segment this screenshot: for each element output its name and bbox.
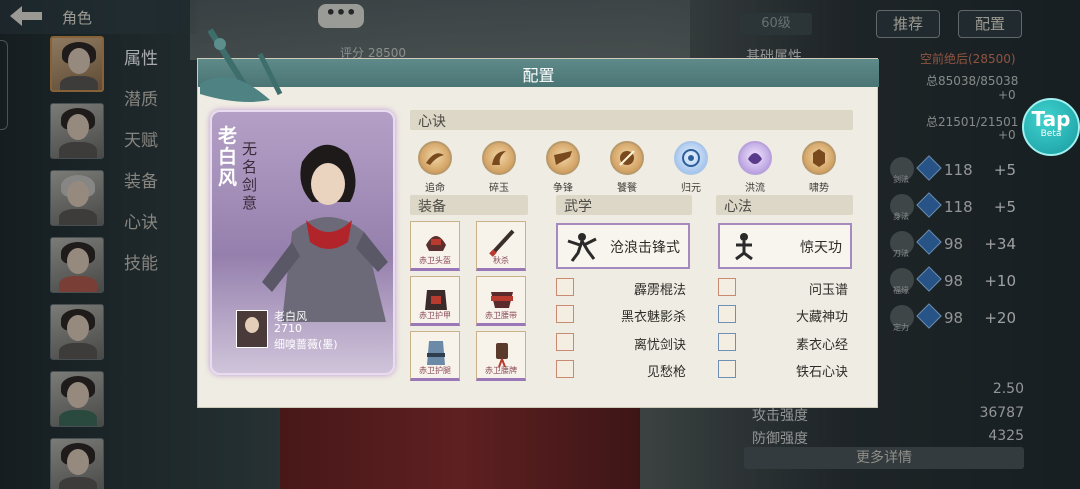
martial-art-icon <box>567 233 597 262</box>
xinjue-label: 洪流 <box>745 183 765 194</box>
martial-art-item[interactable]: 见愁枪 <box>556 360 690 380</box>
sword-decoration-icon <box>200 28 283 102</box>
xinjue-icon[interactable] <box>738 141 772 175</box>
equip-slot[interactable]: 赤卫头盔 <box>410 221 460 271</box>
xinjue-label: 追命 <box>425 183 445 194</box>
martial-art-item[interactable]: 黑衣魅影杀 <box>556 305 690 325</box>
equip-slot[interactable]: 赤卫护腿 <box>410 331 460 381</box>
equip-slot[interactable]: 赤卫腰牌 <box>476 331 526 381</box>
inner-art-item[interactable]: 问玉谱 <box>718 278 852 298</box>
inner-art-item[interactable]: 素衣心经 <box>718 333 852 353</box>
xinjue-icon[interactable] <box>482 141 516 175</box>
inner-art-icon <box>718 278 736 296</box>
xinjue-icon[interactable] <box>546 141 580 175</box>
hero-name: 老白风 <box>218 125 238 189</box>
inner-art-icon <box>735 233 753 261</box>
inner-art-icon <box>718 305 736 323</box>
hero-figure <box>262 144 388 322</box>
xinjue-icon[interactable] <box>610 141 644 175</box>
inner-art-item[interactable]: 大藏神功 <box>718 305 852 325</box>
xinjue-icon[interactable] <box>674 141 708 175</box>
xinjue-label: 归元 <box>681 183 701 194</box>
section-header-xinfa: 心法 <box>716 195 853 215</box>
avatar <box>236 310 268 348</box>
martial-art-item[interactable]: 霹雳棍法 <box>556 278 690 298</box>
xinjue-label: 啸势 <box>809 183 829 194</box>
xinjue-label: 争锋 <box>553 183 573 194</box>
inner-art-item[interactable]: 铁石心诀 <box>718 360 852 380</box>
tap-beta-badge[interactable]: Tap Beta <box>1022 98 1080 156</box>
equip-slot[interactable]: 赤卫护甲 <box>410 276 460 326</box>
section-header-equipment: 装备 <box>410 195 528 215</box>
xinjue-label: 饕餮 <box>617 183 637 194</box>
xinjue-label: 碎玉 <box>489 183 509 194</box>
main-martial-art[interactable]: 沧浪击锋式 <box>556 223 690 269</box>
martial-art-item[interactable]: 离忧剑诀 <box>556 333 690 353</box>
martial-art-icon <box>556 278 574 296</box>
equip-slot[interactable]: 秋杀 <box>476 221 526 271</box>
section-header-xinjue: 心诀 <box>410 110 853 130</box>
hero-info-power: 2710 <box>274 322 302 335</box>
martial-art-icon <box>556 360 574 378</box>
martial-art-icon <box>556 305 574 323</box>
inner-art-icon <box>718 360 736 378</box>
inner-art-icon <box>718 333 736 351</box>
hero-card[interactable]: 老白风 无名剑意 老白风 2710 细嗅蔷薇(墨) <box>210 110 395 375</box>
martial-art-icon <box>556 333 574 351</box>
section-header-wuxue: 武学 <box>556 195 692 215</box>
main-inner-art[interactable]: 惊天功 <box>718 223 852 269</box>
xinjue-icon[interactable] <box>418 141 452 175</box>
xinjue-icon[interactable] <box>802 141 836 175</box>
hero-info: 老白风 2710 细嗅蔷薇(墨) <box>236 308 386 351</box>
equip-slot[interactable]: 赤卫腰带 <box>476 276 526 326</box>
hero-info-weapon: 细嗅蔷薇(墨) <box>274 338 338 351</box>
